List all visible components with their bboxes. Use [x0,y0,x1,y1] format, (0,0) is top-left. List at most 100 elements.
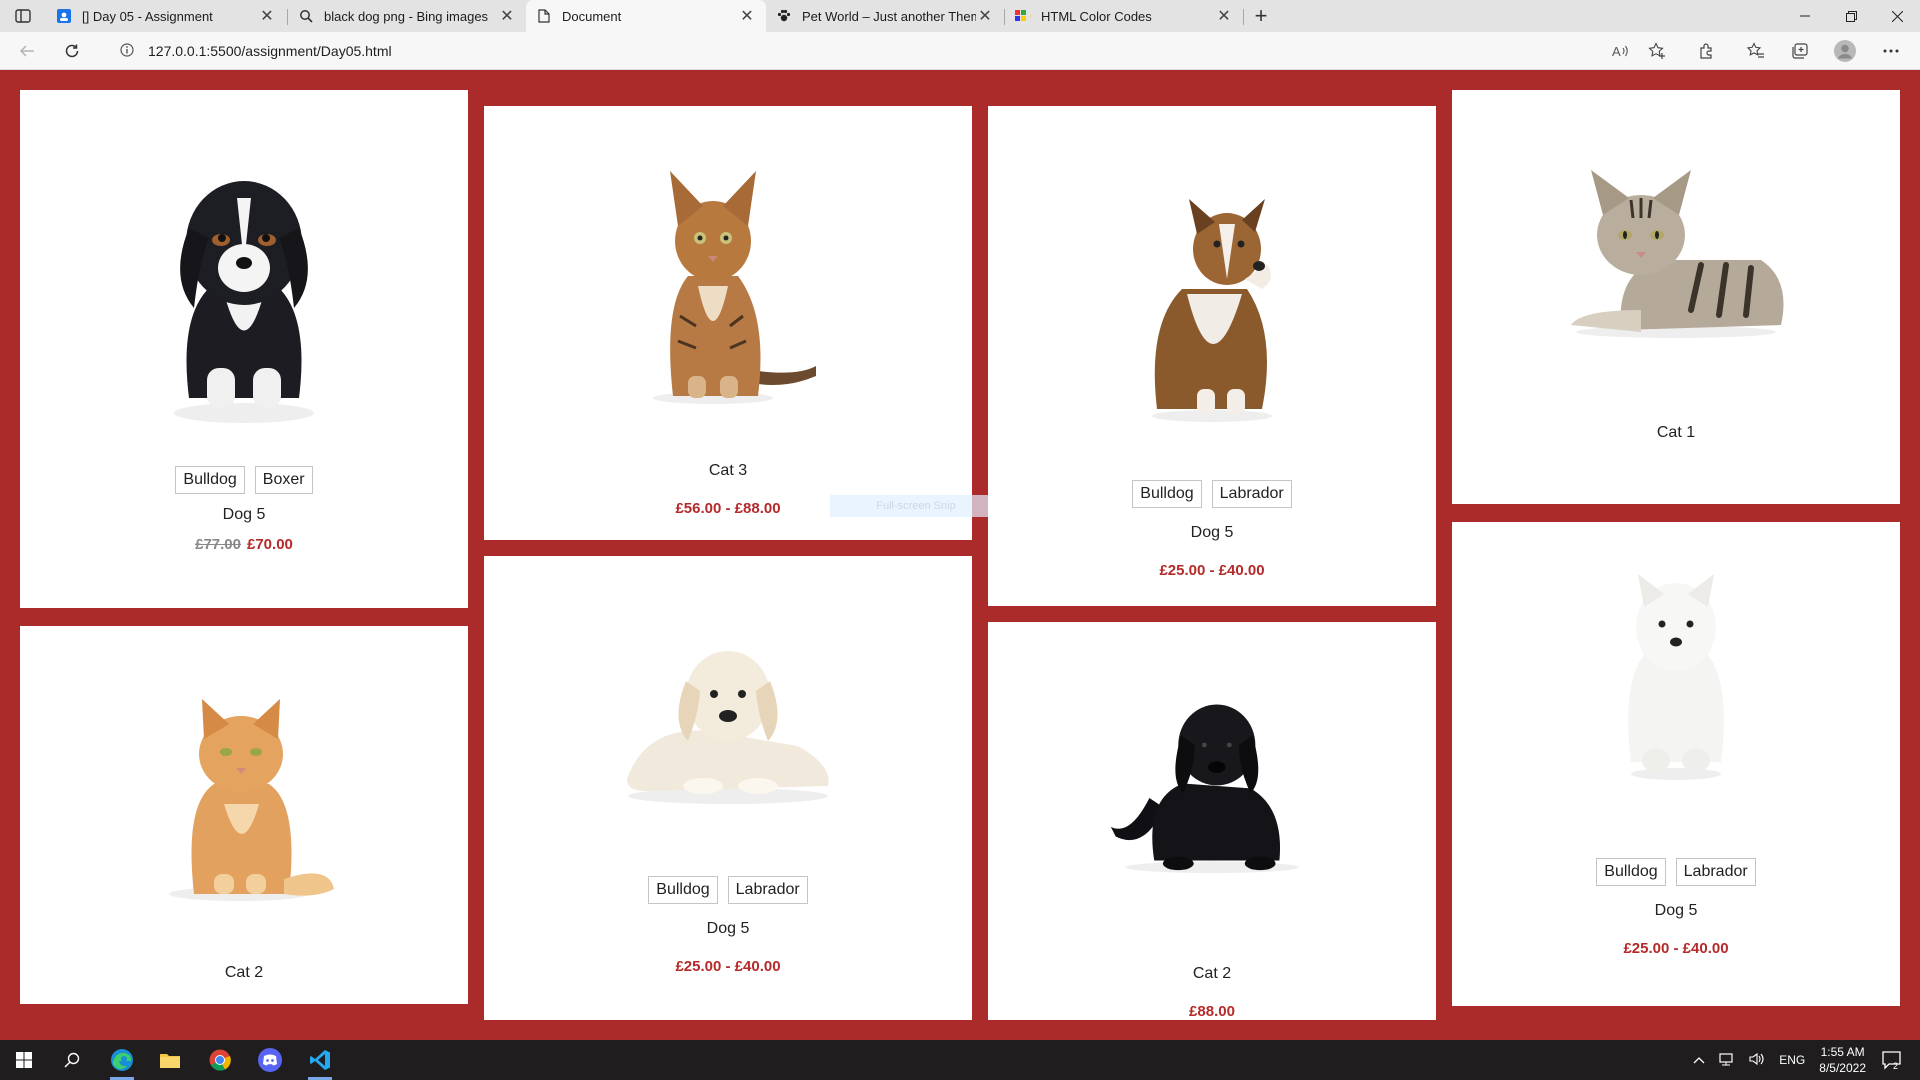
product-name[interactable]: Dog 5 [223,506,266,524]
refresh-icon[interactable] [57,36,87,66]
windows-taskbar: ENG 1:55 AM 8/5/2022 2 [0,1040,1920,1080]
product-card[interactable]: Cat 2 £88.00 [988,622,1436,1020]
close-tab-icon[interactable]: ✕ [738,6,756,26]
discord-icon[interactable] [246,1040,294,1080]
collections-icon[interactable] [1785,36,1815,66]
tag-boxer[interactable]: Boxer [254,466,313,494]
close-tab-icon[interactable]: ✕ [258,6,276,26]
tab-actions-icon[interactable] [8,1,38,31]
tab-title: black dog png - Bing images [324,8,489,24]
site-info-icon[interactable] [112,42,142,60]
document-icon [536,8,552,24]
favorites-icon[interactable] [1741,36,1771,66]
product-price: £25.00 - £40.00 [675,958,781,975]
product-name[interactable]: Dog 5 [1655,902,1698,920]
product-card[interactable]: Bulldog Boxer Dog 5 £77.00 £70.00 [20,90,468,608]
product-card[interactable]: Bulldog Labrador Dog 5 £25.00 - £40.00 [484,556,972,1020]
product-card[interactable]: Cat 2 [20,626,468,1004]
clock-time: 1:55 AM [1820,1045,1865,1059]
dog-image [627,651,829,804]
volume-icon[interactable] [1749,1052,1765,1069]
notification-center-icon[interactable]: 2 [1868,1040,1916,1080]
tab-document[interactable]: Document ✕ [526,0,766,32]
product-price: £88.00 [1189,1003,1235,1020]
search-icon [298,8,314,24]
close-tab-icon[interactable]: ✕ [976,6,994,26]
product-price: £25.00 - £40.00 [1159,562,1265,579]
search-icon[interactable] [48,1040,96,1080]
clock[interactable]: 1:55 AM 8/5/2022 [1819,1044,1866,1076]
page-content: Bulldog Boxer Dog 5 £77.00 £70.00 Cat 2 [0,70,1920,1040]
new-tab-button[interactable]: + [1246,1,1276,31]
color-icon [1015,8,1031,24]
product-card[interactable]: Bulldog Labrador Dog 5 £25.00 - £40.00 [988,106,1436,606]
network-icon[interactable] [1719,1052,1735,1069]
back-arrow-icon[interactable] [12,36,42,66]
more-menu-icon[interactable] [1876,36,1906,66]
tag-bulldog[interactable]: Bulldog [648,876,718,904]
product-price: £56.00 - £88.00 [675,500,781,517]
tag-labrador[interactable]: Labrador [1211,480,1292,508]
minimize-icon[interactable] [1782,0,1828,32]
tag-bulldog[interactable]: Bulldog [1132,480,1202,508]
product-name[interactable]: Cat 2 [225,964,263,982]
clock-date: 8/5/2022 [1819,1061,1866,1075]
start-windows-icon[interactable] [0,1040,48,1080]
breed-tags: Bulldog Labrador [1596,858,1756,886]
cat-image [653,171,816,404]
tab-pet-world[interactable]: Pet World – Just another Theme ✕ [766,0,1004,32]
url-text: 127.0.0.1:5500/assignment/Day05.html [148,43,392,59]
tab-title: Document [562,8,622,24]
product-card[interactable]: Cat 3 £56.00 - £88.00 [484,106,972,540]
dog-image [1152,199,1272,422]
close-tab-icon[interactable]: ✕ [1215,6,1233,26]
edge-browser-icon[interactable] [98,1040,146,1080]
tab-strip: [] Day 05 - Assignment ✕ black dog png -… [0,0,1920,32]
product-name[interactable]: Cat 3 [709,462,747,480]
old-price: £77.00 [195,536,241,553]
breed-tags: Bulldog Labrador [1132,480,1292,508]
extensions-icon[interactable] [1692,36,1722,66]
address-bar[interactable]: 127.0.0.1:5500/assignment/Day05.html [102,35,1662,67]
tab-day05-assignment[interactable]: [] Day 05 - Assignment ✕ [46,0,286,32]
notification-count: 2 [1893,1061,1898,1070]
tab-title: HTML Color Codes [1041,8,1152,24]
cat-image [169,699,334,901]
close-window-icon[interactable] [1874,0,1920,32]
dog-image [1110,704,1299,874]
dog-image [1628,574,1724,780]
product-name[interactable]: Cat 1 [1657,424,1695,442]
sale-price: £70.00 [247,536,293,553]
language-indicator[interactable]: ENG [1779,1053,1805,1067]
product-name[interactable]: Cat 2 [1193,965,1231,983]
file-explorer-icon[interactable] [146,1040,194,1080]
add-favorite-icon[interactable] [1642,36,1672,66]
browser-toolbar: 127.0.0.1:5500/assignment/Day05.html A [0,32,1920,70]
product-card[interactable]: Cat 1 [1452,90,1900,504]
product-price: £77.00 £70.00 [195,536,293,553]
product-name[interactable]: Dog 5 [707,920,750,938]
tag-bulldog[interactable]: Bulldog [175,466,245,494]
vscode-icon[interactable] [296,1040,344,1080]
read-aloud-icon[interactable]: A [1606,36,1636,66]
tab-title: [] Day 05 - Assignment [82,8,213,24]
tag-labrador[interactable]: Labrador [1675,858,1756,886]
tab-bing-images[interactable]: black dog png - Bing images ✕ [288,0,526,32]
svg-text:A: A [1612,44,1621,58]
profile-avatar[interactable] [1830,36,1860,66]
tag-labrador[interactable]: Labrador [727,876,808,904]
tag-bulldog[interactable]: Bulldog [1596,858,1666,886]
cat-image [1571,170,1784,338]
product-price: £25.00 - £40.00 [1623,940,1729,957]
dog-image [174,181,314,423]
tab-html-color-codes[interactable]: HTML Color Codes ✕ [1005,0,1243,32]
chrome-icon[interactable] [196,1040,244,1080]
close-tab-icon[interactable]: ✕ [498,6,516,26]
chevron-up-icon[interactable] [1693,1053,1705,1067]
product-name[interactable]: Dog 5 [1191,524,1234,542]
tab-title: Pet World – Just another Theme [802,8,976,24]
restore-icon[interactable] [1828,0,1874,32]
classroom-icon [56,8,72,24]
snip-overlay: Full-screen Snip [830,495,1002,517]
product-card[interactable]: Bulldog Labrador Dog 5 £25.00 - £40.00 [1452,522,1900,1006]
